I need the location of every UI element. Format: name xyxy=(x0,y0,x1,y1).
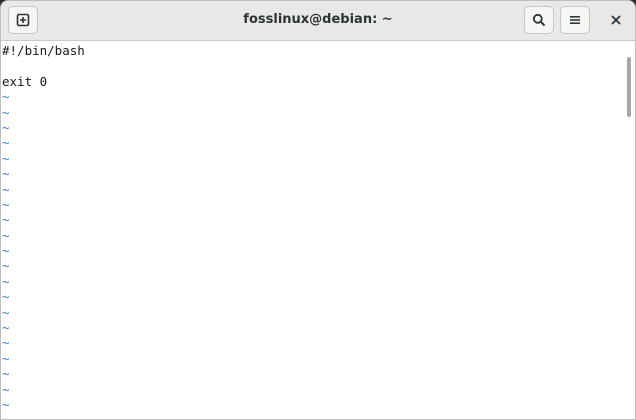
empty-line-tilde: ~ xyxy=(2,273,10,289)
search-icon xyxy=(532,13,546,27)
empty-line-tilde: ~ xyxy=(2,104,10,120)
empty-line-tilde: ~ xyxy=(2,135,10,151)
empty-line-tilde: ~ xyxy=(2,243,10,259)
empty-line-tilde: ~ xyxy=(2,366,10,382)
empty-line-tilde: ~ xyxy=(2,350,10,366)
terminal-window: fosslinux@debian: ~ #!/bin/bash exit 0 ~… xyxy=(0,0,636,420)
search-button[interactable] xyxy=(524,6,554,34)
empty-line-tilde: ~ xyxy=(2,150,10,166)
empty-line-tilde: ~ xyxy=(2,212,10,228)
menu-button[interactable] xyxy=(560,6,590,34)
terminal-content[interactable]: #!/bin/bash exit 0 ~ ~ ~ ~ ~ ~ ~ ~ ~ ~ ~ ~ ~ ~ ~ ~ ~ ~ ~ ~ ~ xyxy=(1,41,625,419)
close-button[interactable] xyxy=(602,6,630,34)
hamburger-menu-icon xyxy=(569,14,581,26)
empty-line-tilde: ~ xyxy=(2,304,10,320)
empty-line-tilde: ~ xyxy=(2,119,10,135)
empty-line-tilde: ~ xyxy=(2,320,10,336)
empty-line-tilde: ~ xyxy=(2,227,10,243)
empty-line-tilde: ~ xyxy=(2,166,10,182)
empty-line-tilde: ~ xyxy=(2,381,10,397)
editor-line-1: #!/bin/bash xyxy=(2,43,85,58)
empty-line-tilde: ~ xyxy=(2,89,10,105)
editor-line-3: exit 0 xyxy=(2,73,48,89)
scrollbar-thumb[interactable] xyxy=(627,57,631,117)
editor-line-2 xyxy=(1,58,625,73)
scrollbar[interactable] xyxy=(624,41,634,419)
empty-line-tilde: ~ xyxy=(2,396,10,412)
empty-line-tilde: ~ xyxy=(2,181,10,197)
close-icon xyxy=(611,15,621,25)
header-bar: fosslinux@debian: ~ xyxy=(1,1,635,41)
empty-line-tilde: ~ xyxy=(2,196,10,212)
empty-line-tilde: ~ xyxy=(2,258,10,274)
empty-line-tilde: ~ xyxy=(2,289,10,305)
empty-line-tilde: ~ xyxy=(2,335,10,351)
